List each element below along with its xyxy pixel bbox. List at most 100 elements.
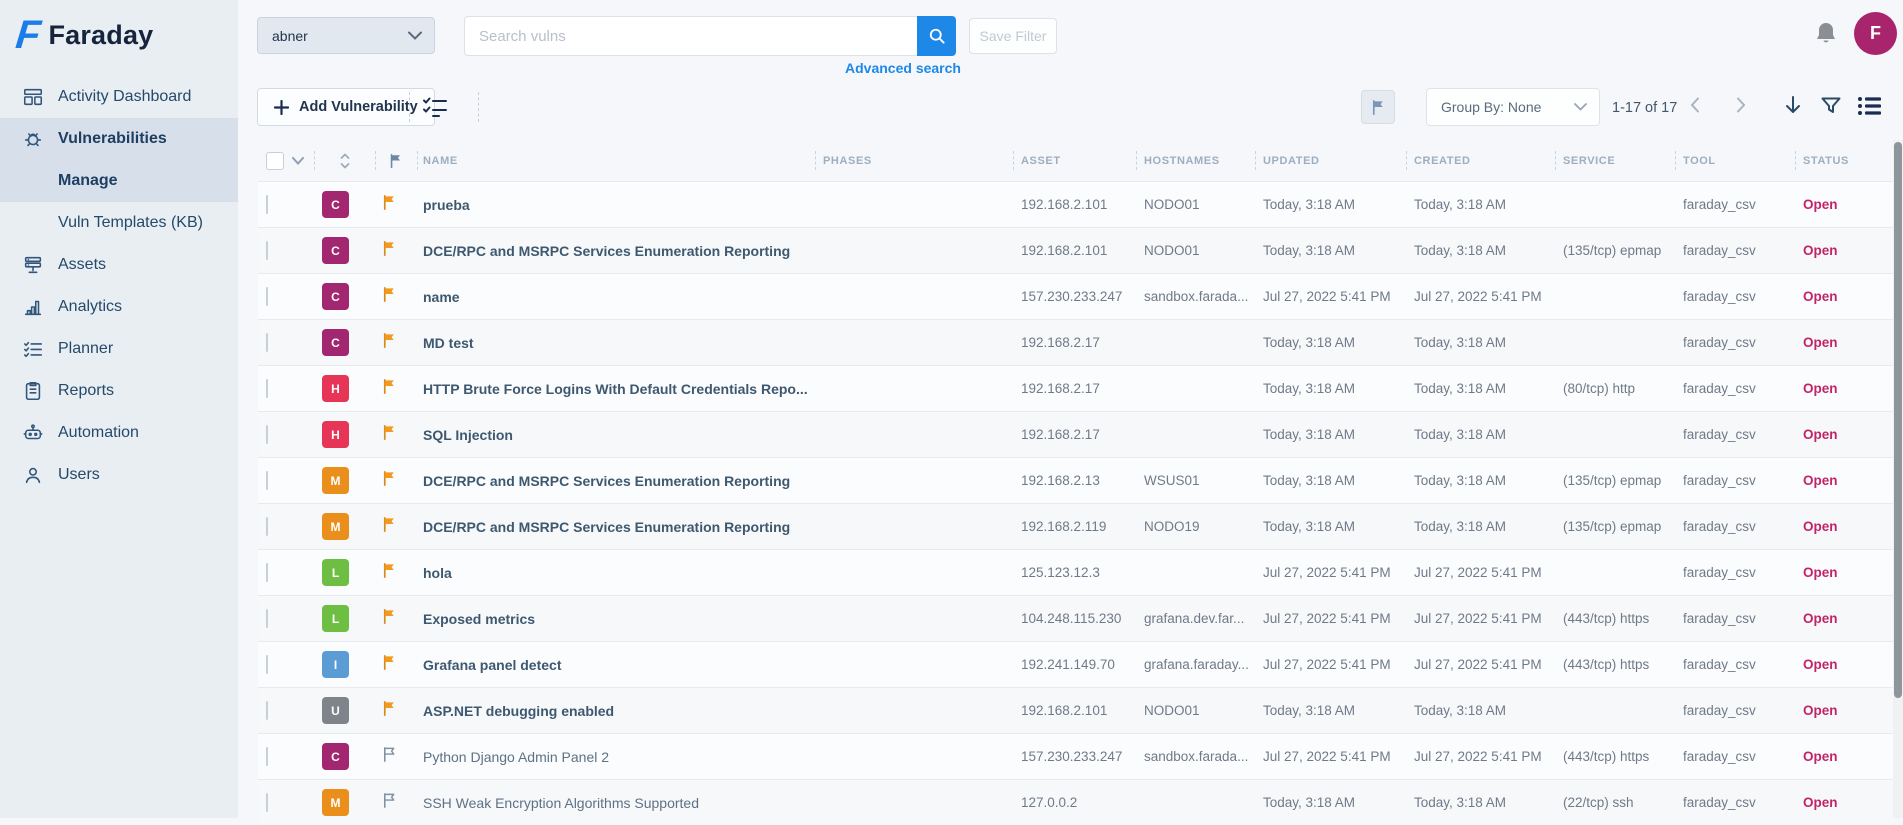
row-flag-toggle[interactable] [375, 194, 417, 216]
table-row[interactable]: M SSH Weak Encryption Algorithms Support… [258, 779, 1895, 825]
row-checkbox[interactable] [266, 562, 268, 582]
row-checkbox[interactable] [266, 240, 268, 260]
column-header-status[interactable]: STATUS [1795, 140, 1895, 181]
table-row[interactable]: M DCE/RPC and MSRPC Services Enumeration… [258, 457, 1895, 503]
status-badge[interactable]: Open [1795, 381, 1895, 396]
sidebar-item-vulnerabilities[interactable]: Vulnerabilities [0, 118, 238, 160]
column-header-hostnames[interactable]: HOSTNAMES [1136, 140, 1255, 181]
notifications-bell-button[interactable] [1814, 21, 1838, 47]
row-checkbox[interactable] [266, 470, 268, 490]
list-view-button[interactable] [1856, 94, 1882, 120]
row-checkbox[interactable] [266, 194, 268, 214]
workspace-selector[interactable]: abner [257, 17, 435, 54]
status-badge[interactable]: Open [1795, 197, 1895, 212]
scrollbar-thumb[interactable] [1894, 142, 1902, 698]
sidebar-item-vuln-templates[interactable]: Vuln Templates (KB) [0, 202, 238, 244]
vulnerability-name-link[interactable]: SSH Weak Encryption Algorithms Supported [417, 795, 815, 811]
select-all-checkbox[interactable] [266, 151, 284, 170]
search-button[interactable] [917, 16, 956, 56]
row-flag-toggle[interactable] [375, 516, 417, 538]
flag-column-header[interactable] [375, 140, 417, 181]
filter-button[interactable] [1819, 94, 1845, 120]
vulnerability-name-link[interactable]: HTTP Brute Force Logins With Default Cre… [417, 381, 815, 397]
row-checkbox[interactable] [266, 792, 268, 812]
row-checkbox[interactable] [266, 700, 268, 720]
status-badge[interactable]: Open [1795, 703, 1895, 718]
status-badge[interactable]: Open [1795, 335, 1895, 350]
status-badge[interactable]: Open [1795, 611, 1895, 626]
status-badge[interactable]: Open [1795, 565, 1895, 580]
vulnerability-name-link[interactable]: DCE/RPC and MSRPC Services Enumeration R… [417, 243, 815, 259]
row-checkbox[interactable] [266, 608, 268, 628]
row-checkbox[interactable] [266, 424, 268, 444]
row-checkbox[interactable] [266, 746, 268, 766]
column-header-updated[interactable]: UPDATED [1255, 140, 1406, 181]
vulnerability-name-link[interactable]: DCE/RPC and MSRPC Services Enumeration R… [417, 519, 815, 535]
table-row[interactable]: C prueba 192.168.2.101 NODO01 Today, 3:1… [258, 181, 1895, 227]
table-row[interactable]: C name 157.230.233.247 sandbox.farada...… [258, 273, 1895, 319]
severity-sort-button[interactable] [314, 140, 375, 181]
status-badge[interactable]: Open [1795, 243, 1895, 258]
vulnerability-name-link[interactable]: MD test [417, 335, 815, 351]
flag-filter-button[interactable] [1361, 90, 1395, 124]
table-row[interactable]: C DCE/RPC and MSRPC Services Enumeration… [258, 227, 1895, 273]
bulk-edit-button[interactable] [422, 95, 448, 119]
status-badge[interactable]: Open [1795, 519, 1895, 534]
group-by-select[interactable]: Group By: None [1426, 88, 1600, 126]
sidebar-item-users[interactable]: Users [0, 454, 238, 496]
table-row[interactable]: H HTTP Brute Force Logins With Default C… [258, 365, 1895, 411]
column-header-created[interactable]: CREATED [1406, 140, 1555, 181]
table-row[interactable]: C Python Django Admin Panel 2 157.230.23… [258, 733, 1895, 779]
row-flag-toggle[interactable] [375, 562, 417, 584]
row-flag-toggle[interactable] [375, 332, 417, 354]
row-flag-toggle[interactable] [375, 746, 417, 768]
select-menu-chevron-icon[interactable] [292, 156, 304, 165]
sidebar-item-manage[interactable]: Manage [0, 160, 238, 202]
sidebar-item-reports[interactable]: Reports [0, 370, 238, 412]
vulnerability-name-link[interactable]: SQL Injection [417, 427, 815, 443]
vulnerability-name-link[interactable]: prueba [417, 197, 815, 213]
row-checkbox[interactable] [266, 516, 268, 536]
row-flag-toggle[interactable] [375, 240, 417, 262]
row-flag-toggle[interactable] [375, 378, 417, 400]
vulnerability-name-link[interactable]: Python Django Admin Panel 2 [417, 749, 815, 765]
status-badge[interactable]: Open [1795, 657, 1895, 672]
table-row[interactable]: M DCE/RPC and MSRPC Services Enumeration… [258, 503, 1895, 549]
column-header-phases[interactable]: PHASES [815, 140, 1013, 181]
sidebar-item-planner[interactable]: Planner [0, 328, 238, 370]
row-flag-toggle[interactable] [375, 286, 417, 308]
table-row[interactable]: U ASP.NET debugging enabled 192.168.2.10… [258, 687, 1895, 733]
row-flag-toggle[interactable] [375, 470, 417, 492]
status-badge[interactable]: Open [1795, 289, 1895, 304]
download-button[interactable] [1781, 94, 1807, 120]
prev-page-button[interactable] [1690, 97, 1700, 118]
table-row[interactable]: L Exposed metrics 104.248.115.230 grafan… [258, 595, 1895, 641]
row-flag-toggle[interactable] [375, 700, 417, 722]
column-header-service[interactable]: SERVICE [1555, 140, 1675, 181]
row-checkbox[interactable] [266, 332, 268, 352]
row-flag-toggle[interactable] [375, 792, 417, 814]
row-checkbox[interactable] [266, 654, 268, 674]
row-flag-toggle[interactable] [375, 424, 417, 446]
column-header-asset[interactable]: ASSET [1013, 140, 1136, 181]
user-avatar[interactable]: F [1854, 12, 1897, 55]
status-badge[interactable]: Open [1795, 473, 1895, 488]
status-badge[interactable]: Open [1795, 749, 1895, 764]
vulnerability-name-link[interactable]: name [417, 289, 815, 305]
sidebar-item-analytics[interactable]: Analytics [0, 286, 238, 328]
column-header-tool[interactable]: TOOL [1675, 140, 1795, 181]
vulnerability-name-link[interactable]: DCE/RPC and MSRPC Services Enumeration R… [417, 473, 815, 489]
vulnerability-name-link[interactable]: ASP.NET debugging enabled [417, 703, 815, 719]
next-page-button[interactable] [1736, 97, 1746, 118]
advanced-search-link[interactable]: Advanced search [838, 60, 968, 76]
table-row[interactable]: C MD test 192.168.2.17 Today, 3:18 AM To… [258, 319, 1895, 365]
row-flag-toggle[interactable] [375, 608, 417, 630]
table-row[interactable]: H SQL Injection 192.168.2.17 Today, 3:18… [258, 411, 1895, 457]
search-input[interactable] [464, 16, 917, 56]
table-row[interactable]: L hola 125.123.12.3 Jul 27, 2022 5:41 PM… [258, 549, 1895, 595]
table-row[interactable]: I Grafana panel detect 192.241.149.70 gr… [258, 641, 1895, 687]
vulnerability-name-link[interactable]: Exposed metrics [417, 611, 815, 627]
row-flag-toggle[interactable] [375, 654, 417, 676]
sidebar-item-automation[interactable]: Automation [0, 412, 238, 454]
vulnerability-name-link[interactable]: hola [417, 565, 815, 581]
